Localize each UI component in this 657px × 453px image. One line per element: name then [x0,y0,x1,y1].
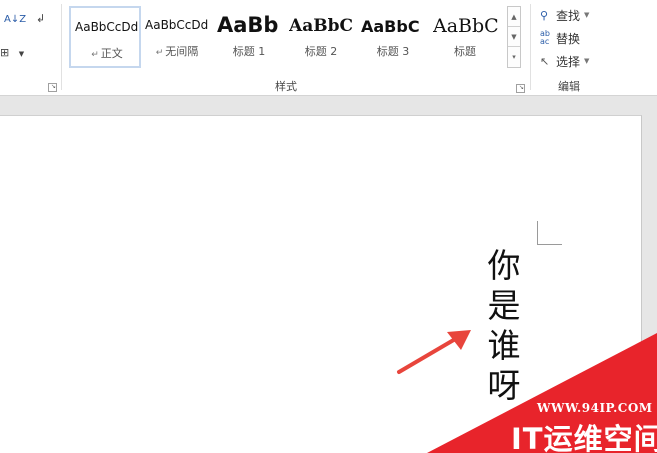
replace-icon: ab ac [540,29,550,46]
find-label: 查找 [556,8,581,23]
gallery-scroll-down-button[interactable]: ▼ [508,27,520,47]
style-name: 标题 [454,45,476,58]
paragraph-mark-icon: ↵ [155,48,164,58]
gallery-more-button[interactable]: ▾ [508,47,520,67]
style-preview: AaBbC [289,16,353,36]
select-button[interactable]: ↖ 选择 ▼ [540,52,589,70]
chevron-down-icon: ▼ [18,50,25,58]
group-separator [530,4,531,90]
styles-dialog-launcher[interactable]: ↘ [516,84,525,93]
pilcrow-icon: ↲ [36,12,46,25]
sort-button[interactable]: A↓Z [4,12,26,27]
select-label: 选择 [556,54,581,69]
style-name: ↵ 无间隔 [155,45,199,58]
group-separator [61,4,62,90]
style-tile-normal[interactable]: AaBbCcDd ↵ 正文 [69,6,141,68]
gallery-scroll-up-button[interactable]: ▲ [508,7,520,27]
style-preview: AaBbCcDd [145,18,209,32]
style-tile-no-spacing[interactable]: AaBbCcDd ↵ 无间隔 [141,6,213,68]
margin-marker [537,244,562,245]
paragraph-dialog-launcher[interactable]: ↘ [48,83,57,92]
ribbon: A↓Z ↲ ⊞ ▼ ↘ AaBbCcDd ↵ 正文 AaBbCcDd ↵ 无间隔 A… [0,0,657,96]
styles-gallery: AaBbCcDd ↵ 正文 AaBbCcDd ↵ 无间隔 AaBb 标题 1 AaB… [69,6,505,68]
document-page[interactable] [0,115,642,453]
editing-group: ⚲ 查找 ▼ ab ac 替换 ↖ 选择 ▼ 编辑 [532,4,610,94]
borders-icon: ⊞ [0,46,10,59]
paragraph-group: A↓Z ↲ ⊞ ▼ ↘ [0,0,62,96]
gallery-scrollbar: ▲ ▼ ▾ [507,6,521,68]
style-name: 标题 3 [376,45,410,58]
chevron-up-icon: ▲ [511,13,517,21]
replace-button[interactable]: ab ac 替换 [540,29,580,47]
annotation-arrow [397,330,471,374]
style-preview: AaBbC [433,15,499,37]
expand-icon: ▾ [512,53,516,61]
magnifier-icon: ⚲ [540,8,549,22]
style-preview: AaBb [217,13,279,37]
borders-button[interactable]: ⊞ ▼ [0,46,24,61]
style-tile-title[interactable]: AaBbC 标题 [429,6,501,68]
margin-marker [537,221,538,244]
style-preview: AaBbC [361,17,420,36]
style-name: ↵ 正文 [91,47,123,60]
style-name: 标题 2 [304,45,338,58]
style-tile-heading-1[interactable]: AaBb 标题 1 [213,6,285,68]
chevron-down-icon: ▼ [511,33,517,41]
editing-group-label: 编辑 [558,80,580,93]
cursor-icon: ↖ [540,54,550,68]
show-marks-button[interactable]: ↲ [36,12,45,26]
styles-group: AaBbCcDd ↵ 正文 AaBbCcDd ↵ 无间隔 AaBb 标题 1 AaB… [66,4,528,94]
style-tile-heading-2[interactable]: AaBbC 标题 2 [285,6,357,68]
style-preview: AaBbCcDd [75,20,139,34]
chevron-down-icon: ▼ [584,11,590,19]
replace-label: 替换 [556,31,581,46]
styles-group-label: 样式 [275,80,297,93]
chevron-down-icon: ▼ [584,57,590,65]
find-button[interactable]: ⚲ 查找 ▼ [540,6,589,24]
style-name: 标题 1 [232,45,266,58]
style-tile-heading-3[interactable]: AaBbC 标题 3 [357,6,429,68]
sort-icon: A↓Z [4,14,27,25]
vertical-text[interactable]: 你是谁呀 [484,246,524,406]
paragraph-mark-icon: ↵ [91,50,99,60]
